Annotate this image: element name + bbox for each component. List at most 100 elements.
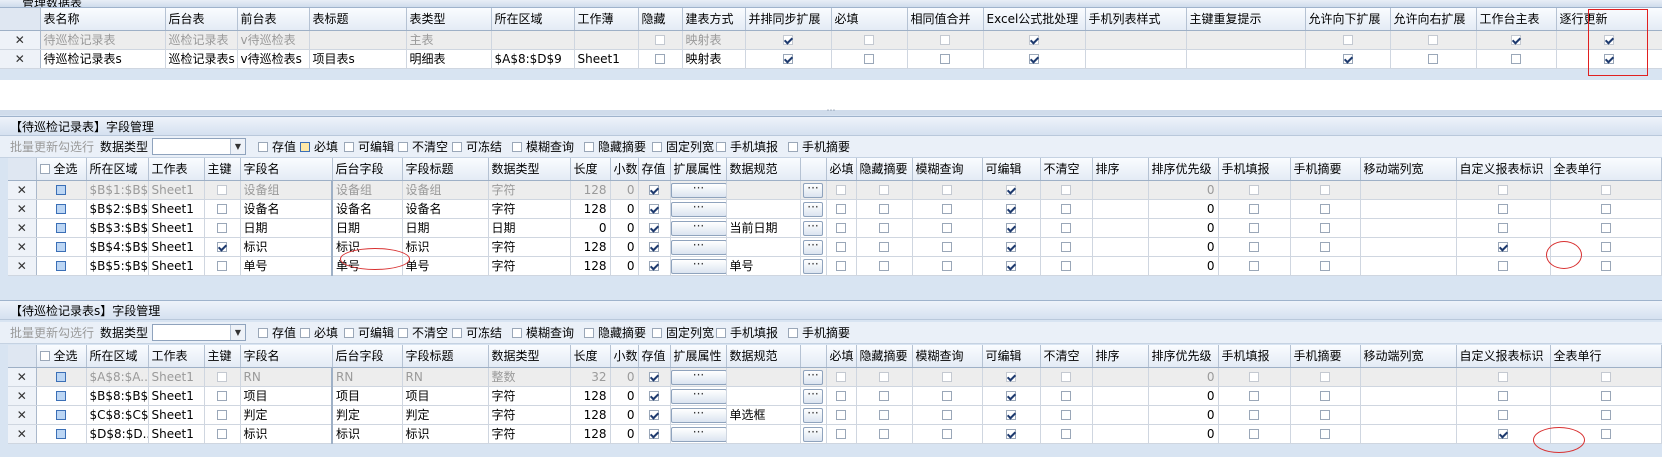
field-sort-priority[interactable]: 0 — [1148, 180, 1219, 200]
field-length[interactable]: 128 — [570, 405, 611, 425]
field-pk-cell[interactable] — [204, 405, 241, 425]
field-mobile-fill-cell[interactable] — [1218, 237, 1291, 257]
toolbar-option-checkbox[interactable] — [652, 327, 662, 338]
table-cell[interactable]: 主表 — [406, 30, 492, 50]
table-cell-check[interactable] — [1476, 49, 1557, 69]
mobile-fill-checkbox[interactable] — [1249, 223, 1259, 233]
no-clear-checkbox[interactable] — [1061, 429, 1071, 439]
table-cell-check[interactable] — [1390, 30, 1477, 50]
grid-header-cell[interactable]: 存值 — [638, 345, 671, 368]
field-mobile-summary-cell[interactable] — [1290, 367, 1361, 387]
field-pk-cell[interactable] — [204, 237, 241, 257]
field-store-cell[interactable] — [638, 199, 671, 219]
custom-report-checkbox[interactable] — [1498, 185, 1508, 195]
fuzzy-query-checkbox[interactable] — [942, 204, 952, 214]
mobile-fill-checkbox[interactable] — [1249, 261, 1259, 271]
field-flag-cell[interactable] — [982, 237, 1041, 257]
field-spec[interactable] — [726, 367, 801, 387]
field-flag-cell[interactable] — [1040, 256, 1093, 276]
field-select-cell[interactable] — [36, 180, 87, 200]
toolbar-option-3[interactable]: 不清空 — [398, 136, 448, 158]
field-spec[interactable] — [726, 424, 801, 444]
ellipsis-icon[interactable]: ··· — [670, 407, 725, 423]
field-length[interactable]: 128 — [570, 237, 611, 257]
field-flag-cell[interactable] — [912, 237, 983, 257]
field-single-row-cell[interactable] — [1550, 386, 1662, 406]
field-name[interactable]: 项目 — [240, 386, 333, 406]
hide-summary-checkbox[interactable] — [879, 204, 889, 214]
field-flag-cell[interactable] — [982, 199, 1041, 219]
field-sort-priority[interactable]: 0 — [1148, 386, 1219, 406]
delete-field-button[interactable]: ✕ — [8, 386, 37, 406]
hide-summary-checkbox[interactable] — [879, 410, 889, 420]
delete-field-button[interactable]: ✕ — [8, 424, 37, 444]
hide-summary-checkbox[interactable] — [879, 429, 889, 439]
required-checkbox[interactable] — [836, 204, 846, 214]
editable-checkbox[interactable] — [1006, 185, 1016, 195]
grid-header-cell[interactable]: 必填 — [826, 345, 857, 368]
grid-header-cell[interactable]: 全表单行 — [1550, 158, 1662, 181]
grid-header-cell[interactable]: 工作表 — [148, 158, 205, 181]
field-mobile-fill-cell[interactable] — [1218, 256, 1291, 276]
field-flag-cell[interactable] — [912, 218, 983, 238]
grid-header-cell[interactable]: 扩展属性 — [670, 345, 727, 368]
chevron-down-icon[interactable]: ▼ — [230, 139, 245, 154]
primary-key-checkbox[interactable] — [217, 410, 227, 420]
field-mobile-fill-cell[interactable] — [1218, 367, 1291, 387]
editable-checkbox[interactable] — [1006, 429, 1016, 439]
grid-header-cell[interactable]: 全选 — [36, 158, 87, 181]
field-mobile-summary-cell[interactable] — [1290, 199, 1361, 219]
field-flag-cell[interactable] — [856, 256, 913, 276]
table-cell[interactable] — [574, 30, 639, 50]
table-cell-check[interactable] — [745, 30, 832, 50]
field-custom-report-cell[interactable] — [1456, 367, 1551, 387]
grid-header-cell[interactable]: 小数 — [610, 158, 639, 181]
field-flag-cell[interactable] — [912, 367, 983, 387]
toolbar-option-checkbox[interactable] — [512, 327, 522, 338]
field-area[interactable]: $D$8:$D... — [86, 424, 149, 444]
row-select-checkbox[interactable] — [56, 391, 66, 401]
field-decimal[interactable]: 0 — [610, 218, 639, 238]
custom-report-checkbox[interactable] — [1498, 261, 1508, 271]
custom-report-checkbox[interactable] — [1498, 429, 1508, 439]
field-sort[interactable] — [1092, 405, 1149, 425]
table-cell[interactable]: Sheet1 — [574, 49, 639, 69]
row-select-checkbox[interactable] — [56, 185, 66, 195]
field-flag-cell[interactable] — [856, 237, 913, 257]
field-name[interactable]: 设备名 — [240, 199, 333, 219]
single-row-checkbox[interactable] — [1600, 223, 1611, 233]
field-flag-cell[interactable] — [982, 386, 1041, 406]
table-cell-check[interactable] — [831, 30, 908, 50]
field-spec[interactable] — [726, 386, 801, 406]
field-mobile-width[interactable] — [1360, 237, 1457, 257]
field-custom-report-cell[interactable] — [1456, 386, 1551, 406]
no-clear-checkbox[interactable] — [1061, 261, 1071, 271]
delete-field-button[interactable]: ✕ — [8, 180, 37, 200]
datatype-select[interactable]: ▼ — [152, 324, 246, 341]
table-header-cell[interactable]: 必填 — [831, 8, 908, 31]
custom-report-checkbox[interactable] — [1498, 410, 1508, 420]
toolbar-option-checkbox[interactable] — [452, 141, 462, 152]
table-cell[interactable] — [309, 30, 407, 50]
table-header-cell[interactable]: 表标题 — [309, 8, 407, 31]
grid-header-cell[interactable]: 所在区域 — [86, 345, 149, 368]
store-value-checkbox[interactable] — [649, 223, 659, 233]
field-length[interactable]: 32 — [570, 367, 611, 387]
mobile-summary-checkbox[interactable] — [1320, 410, 1330, 420]
field-ext-cell[interactable]: ··· — [670, 367, 727, 387]
custom-report-checkbox[interactable] — [1498, 223, 1508, 233]
grid-header-cell[interactable]: 全表单行 — [1550, 345, 1662, 368]
field-title[interactable]: 日期 — [402, 218, 489, 238]
field-select-cell[interactable] — [36, 218, 87, 238]
toolbar-option-checkbox[interactable] — [344, 141, 354, 152]
grid-header-cell[interactable]: 排序优先级 — [1148, 158, 1219, 181]
field-length[interactable]: 128 — [570, 180, 611, 200]
table-cell-check[interactable] — [638, 30, 683, 50]
toolbar-option-checkbox[interactable] — [344, 327, 354, 338]
table-header-cell[interactable]: 手机列表样式 — [1085, 8, 1187, 31]
grid-header-cell[interactable]: 主键 — [204, 345, 241, 368]
field-decimal[interactable]: 0 — [610, 237, 639, 257]
grid-header-cell[interactable]: 全选 — [36, 345, 87, 368]
field-spec-btn-cell[interactable]: ··· — [800, 199, 827, 219]
field-decimal[interactable]: 0 — [610, 180, 639, 200]
